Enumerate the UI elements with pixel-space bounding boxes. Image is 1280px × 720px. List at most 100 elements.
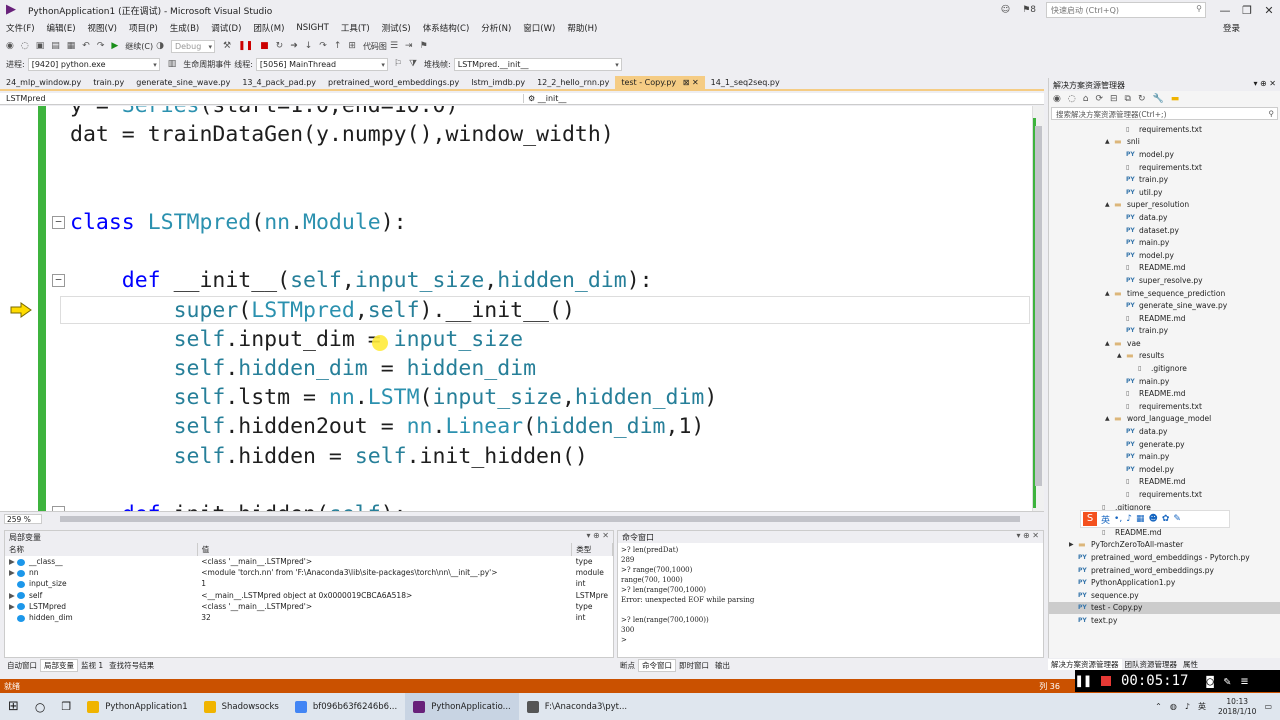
doc-tab[interactable]: 13_4_pack_pad.py [236, 76, 322, 89]
doc-tab[interactable]: 24_mlp_window.py [0, 76, 87, 89]
open-icon[interactable]: ▤ [51, 41, 60, 51]
config-select[interactable]: Debug ▾ [170, 39, 215, 53]
code-line[interactable]: y = Series(start=1.0,end=10.0) [70, 106, 458, 120]
local-value[interactable]: <module 'torch.nn' from 'F:\Anaconda3\li… [197, 567, 571, 578]
stop-icon[interactable]: ■ [260, 41, 269, 51]
flag-icon[interactable]: ⚐ [394, 59, 402, 69]
expand-arrow-icon[interactable]: ▲ [1117, 352, 1126, 359]
search-button[interactable]: ○ [27, 693, 53, 720]
code-area[interactable]: y = Series(start=1.0,end=10.0)dat = trai… [52, 106, 1032, 511]
tree-item[interactable]: PY train.py [1049, 173, 1280, 186]
locals-row[interactable]: ▶ nn <module 'torch.nn' from 'F:\Anaconda3… [5, 567, 613, 578]
code-line[interactable]: self.lstm = nn.LSTM(input_size,hidden_di… [70, 383, 718, 412]
save-icon[interactable]: ▦ [67, 41, 76, 51]
tree-item[interactable]: ▲ ▬ results [1049, 350, 1280, 363]
taskbar-app[interactable]: PythonApplicatio... [405, 693, 519, 720]
menu-item[interactable]: 文件(F) [6, 22, 35, 34]
doc-tab[interactable]: test - Copy.py ⊠ ✕ [615, 76, 705, 89]
close-tab-icon[interactable]: ⊠ ✕ [680, 78, 699, 87]
menu-item[interactable]: 分析(N) [481, 22, 511, 34]
tree-item[interactable]: ▲ ▬ word_language_model [1049, 413, 1280, 426]
pen-icon[interactable]: ✎ [1224, 674, 1231, 688]
code-line[interactable]: self.input_dim = input_size [70, 325, 524, 354]
tree-item[interactable]: PY main.py [1049, 450, 1280, 463]
menu-item[interactable]: 项目(P) [129, 22, 158, 34]
refresh-icon[interactable]: ↻ [1138, 94, 1146, 104]
class-nav-select[interactable]: LSTMpred [6, 94, 516, 103]
command-output[interactable]: >? len(predDat) 289 >? range(700,1000) r… [618, 543, 1043, 647]
tree-item[interactable]: ▶ ▬ PyTorchZeroToAll-master [1049, 539, 1280, 552]
redo-icon[interactable]: ↷ [97, 41, 105, 51]
output-tab[interactable]: 即时窗口 [676, 660, 712, 671]
menu-item[interactable]: 体系结构(C) [423, 22, 470, 34]
doc-tab[interactable]: train.py [87, 76, 130, 89]
solution-tab[interactable]: 解决方案资源管理器 [1048, 658, 1122, 670]
solution-tab[interactable]: 属性 [1180, 659, 1201, 670]
preview-icon[interactable]: ▬ [1171, 94, 1180, 104]
maximize-button[interactable]: ❐ [1236, 4, 1258, 17]
taskbar-app[interactable]: bf096b63f6246b6... [287, 693, 405, 720]
debug-tab[interactable]: 查找符号结果 [106, 660, 157, 671]
ime-user-icon[interactable]: ☻ [1148, 514, 1157, 524]
feedback-icon[interactable]: ☺ [1001, 5, 1010, 15]
locals-row[interactable]: ▶ __class__ <class '__main__.LSTMpred'> typ… [5, 556, 613, 567]
local-value[interactable]: 1 [197, 578, 571, 589]
break-all-icon[interactable]: ❚❚ [238, 41, 253, 51]
back-icon[interactable]: ◉ [6, 41, 14, 51]
fold-collapse-icon[interactable]: − [52, 216, 65, 229]
tree-item[interactable]: ▯ requirements.txt [1049, 400, 1280, 413]
tree-item[interactable]: PY pretrained_word_embeddings.py [1049, 564, 1280, 577]
tree-item[interactable]: PY data.py [1049, 211, 1280, 224]
expand-arrow-icon[interactable]: ▶ [9, 557, 17, 566]
code-map-icon[interactable]: ⊞ [348, 41, 356, 51]
minimize-button[interactable]: — [1214, 4, 1236, 17]
fold-collapse-icon[interactable]: − [52, 274, 65, 287]
debug-tab[interactable]: 自动窗口 [4, 660, 40, 671]
bookmark-icon[interactable]: ⚑ [420, 41, 428, 51]
expand-arrow-icon[interactable]: ▶ [9, 602, 17, 611]
step-out-icon[interactable]: ↑ [334, 41, 342, 51]
tree-item[interactable]: ▲ ▬ vae [1049, 337, 1280, 350]
code-line[interactable]: self.hidden2out = nn.Linear(hidden_dim,1… [70, 412, 705, 441]
step-over-icon[interactable]: ↷ [319, 41, 327, 51]
debug-tab[interactable]: 监视 1 [78, 660, 106, 671]
menu-item[interactable]: 编辑(E) [47, 22, 76, 34]
menu-item[interactable]: 团队(M) [253, 22, 284, 34]
menu-item[interactable]: NSIGHT [296, 23, 328, 33]
doc-tab[interactable]: 12_2_hello_rnn.py [531, 76, 615, 89]
tree-item[interactable]: PY util.py [1049, 186, 1280, 199]
tree-item[interactable]: PY test - Copy.py [1049, 601, 1280, 615]
column-header[interactable]: 值 [197, 543, 573, 556]
tree-item[interactable]: ▯ README.md [1049, 262, 1280, 275]
tree-item[interactable]: ▯ requirements.txt [1049, 488, 1280, 501]
code-line[interactable]: def __init__(self,input_size,hidden_dim)… [70, 266, 653, 295]
code-editor[interactable]: y = Series(start=1.0,end=10.0)dat = trai… [0, 106, 1044, 511]
column-header[interactable]: 名称 [5, 543, 198, 556]
locals-row[interactable]: hidden_dim 32 int [5, 612, 613, 623]
expand-arrow-icon[interactable]: ▲ [1105, 201, 1114, 208]
chevron-up-icon[interactable]: ⌃ [1155, 702, 1162, 711]
login-link[interactable]: 登录 [1223, 22, 1240, 34]
local-value[interactable]: 32 [197, 612, 571, 623]
undo-icon[interactable]: ↶ [82, 41, 90, 51]
code-line[interactable]: def init_hidden(self): [70, 500, 407, 511]
ime-skin-icon[interactable]: ✿ [1162, 514, 1170, 524]
scroll-thumb[interactable] [1035, 126, 1042, 486]
tree-item[interactable]: PY generate.py [1049, 438, 1280, 451]
indent-icon[interactable]: ⇥ [405, 41, 413, 51]
ime-punct-icon[interactable]: •, [1114, 514, 1122, 524]
panel-controls[interactable]: ▾ ⊕ ✕ [586, 531, 609, 540]
tree-item[interactable]: ▲ ▬ super_resolution [1049, 199, 1280, 212]
tree-item[interactable]: PY pretrained_word_embeddings - Pytorch.p… [1049, 551, 1280, 564]
network-icon[interactable]: ◍ [1170, 702, 1177, 711]
expand-arrow-icon[interactable]: ▲ [1105, 290, 1114, 297]
output-tab[interactable]: 命令窗口 [638, 658, 676, 672]
expand-arrow-icon[interactable]: ▶ [1069, 541, 1078, 548]
ime-tools-icon[interactable]: ✎ [1173, 514, 1181, 524]
tree-item[interactable]: PY model.py [1049, 463, 1280, 476]
editor-horizontal-scrollbar[interactable]: 259 % [0, 511, 1044, 525]
properties-icon[interactable]: 🔧 [1153, 94, 1164, 104]
menu-item[interactable]: 工具(T) [341, 22, 370, 34]
sync-icon[interactable]: ⟳ [1095, 94, 1103, 104]
sogou-logo-icon[interactable]: S [1083, 512, 1097, 526]
